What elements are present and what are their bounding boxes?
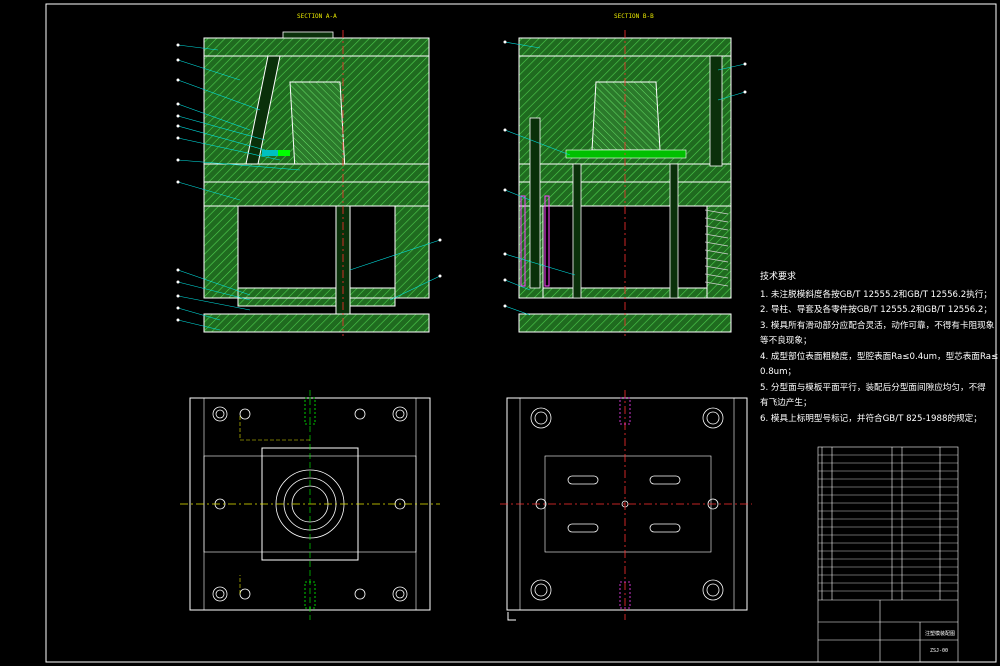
tech-req-item: 1. 未注脱模斜度各按GB/T 12555.2和GB/T 12556.2执行； [760,289,992,300]
drawing-name: 注塑模装配图 [925,631,956,637]
section-a-view [176,30,442,336]
tech-req-item: 2. 导柱、导套及各零件按GB/T 12555.2和GB/T 12556.2； [760,305,992,315]
plan-view-right [500,390,752,621]
tech-req-title: 技术要求 [760,272,797,282]
tech-req-item: 等不良现象； [760,336,812,346]
tech-req-item: 6. 模具上标明型号标记，并符合GB/T 825-1988的规定； [760,413,982,424]
tech-req-item: 有飞边产生； [760,398,812,408]
section-b-title: SECTION B-B [614,13,654,20]
section-b-view [503,30,747,336]
bom-rows [818,454,958,592]
section-a-title: SECTION A-A [297,13,337,20]
plan-view-left [180,390,440,620]
tech-req-item: 4. 成型部位表面粗糙度，型腔表面Ra≤0.4um，型芯表面Ra≤ [760,351,999,362]
tech-req-item: 0.8um； [760,367,797,377]
tech-req-item: 3. 模具所有滑动部分应配合灵活，动作可靠，不得有卡阻现象 [760,320,995,331]
drawing-number: ZSJ-00 [930,648,949,654]
technical-requirements: 技术要求 1. 未注脱模斜度各按GB/T 12555.2和GB/T 12556.… [760,270,999,427]
tech-req-item: 5. 分型面与模板平面平行，装配后分型面间隙应均匀，不得 [760,382,986,393]
